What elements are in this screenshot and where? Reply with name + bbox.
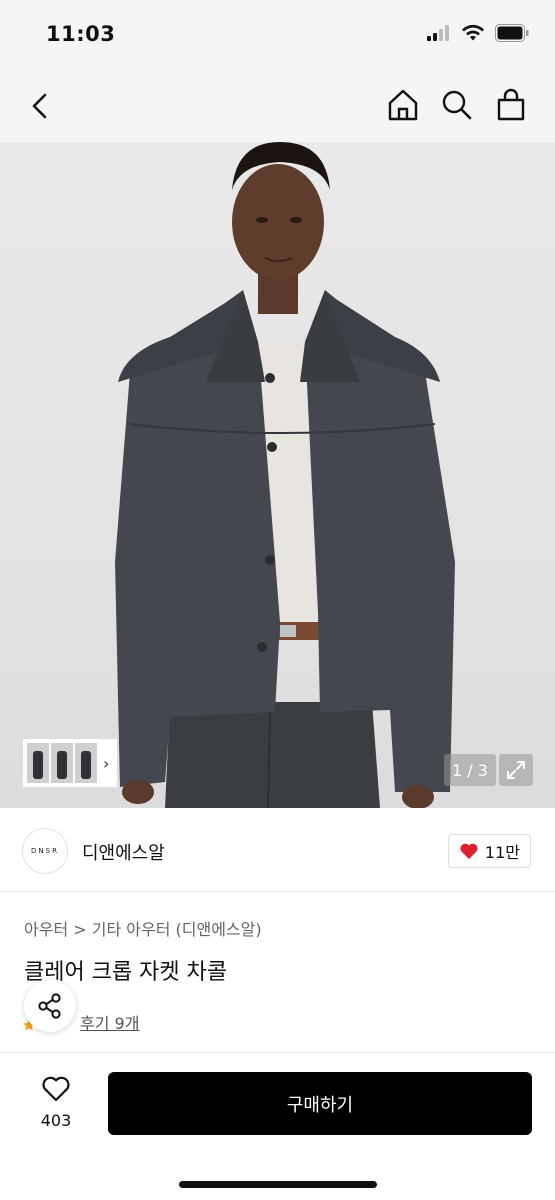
thumbnail-strip[interactable]: › (22, 738, 118, 788)
heart-filled-icon (460, 843, 478, 859)
brand-like-button[interactable]: 11만 (447, 834, 531, 868)
back-button[interactable] (26, 90, 56, 122)
status-time: 11:03 (46, 22, 116, 46)
review-link[interactable]: 후기 9개 (80, 1010, 139, 1034)
brand-name[interactable]: 디앤에스알 (82, 839, 165, 865)
wishlist-count: 403 (40, 1111, 72, 1130)
expand-button[interactable] (499, 754, 533, 786)
brand-logo[interactable]: DNSR (22, 828, 68, 874)
thumbnail-3[interactable] (75, 743, 97, 783)
expand-icon (507, 761, 525, 779)
search-icon (442, 90, 472, 120)
brand-logo-text: DNSR (31, 847, 59, 855)
breadcrumb[interactable]: 아우터 > 기타 아우터 (디앤에스알) (24, 916, 262, 940)
signal-icon (427, 25, 449, 41)
bottom-action-bar: 403 구매하기 (0, 1053, 555, 1200)
cart-button[interactable] (495, 88, 527, 122)
chevron-right-icon: › (103, 753, 110, 773)
wifi-icon (462, 24, 484, 41)
status-icons (427, 24, 529, 42)
brand-like-count: 11만 (484, 843, 520, 862)
product-photo (115, 142, 455, 808)
home-indicator (179, 1181, 377, 1188)
chevron-left-icon (32, 93, 47, 119)
nav-bar (0, 70, 555, 142)
home-button[interactable] (387, 88, 419, 122)
product-image-carousel[interactable]: › 1 / 3 (0, 142, 555, 808)
share-icon (38, 993, 61, 1019)
home-icon (388, 89, 418, 121)
status-bar: 11:03 (0, 0, 555, 70)
brand-row: DNSR 디앤에스알 11만 (0, 808, 555, 892)
search-button[interactable] (441, 88, 473, 122)
thumbnail-1[interactable] (27, 743, 49, 783)
page-indicator: 1 / 3 (444, 754, 496, 786)
share-button[interactable] (24, 980, 76, 1032)
buy-button[interactable]: 구매하기 (108, 1072, 532, 1135)
thumbnail-2[interactable] (51, 743, 73, 783)
battery-icon (495, 24, 529, 42)
wishlist-button[interactable]: 403 (34, 1075, 78, 1130)
nav-actions (387, 88, 527, 122)
shopping-bag-icon (497, 88, 525, 121)
heart-outline-icon (42, 1076, 70, 1102)
